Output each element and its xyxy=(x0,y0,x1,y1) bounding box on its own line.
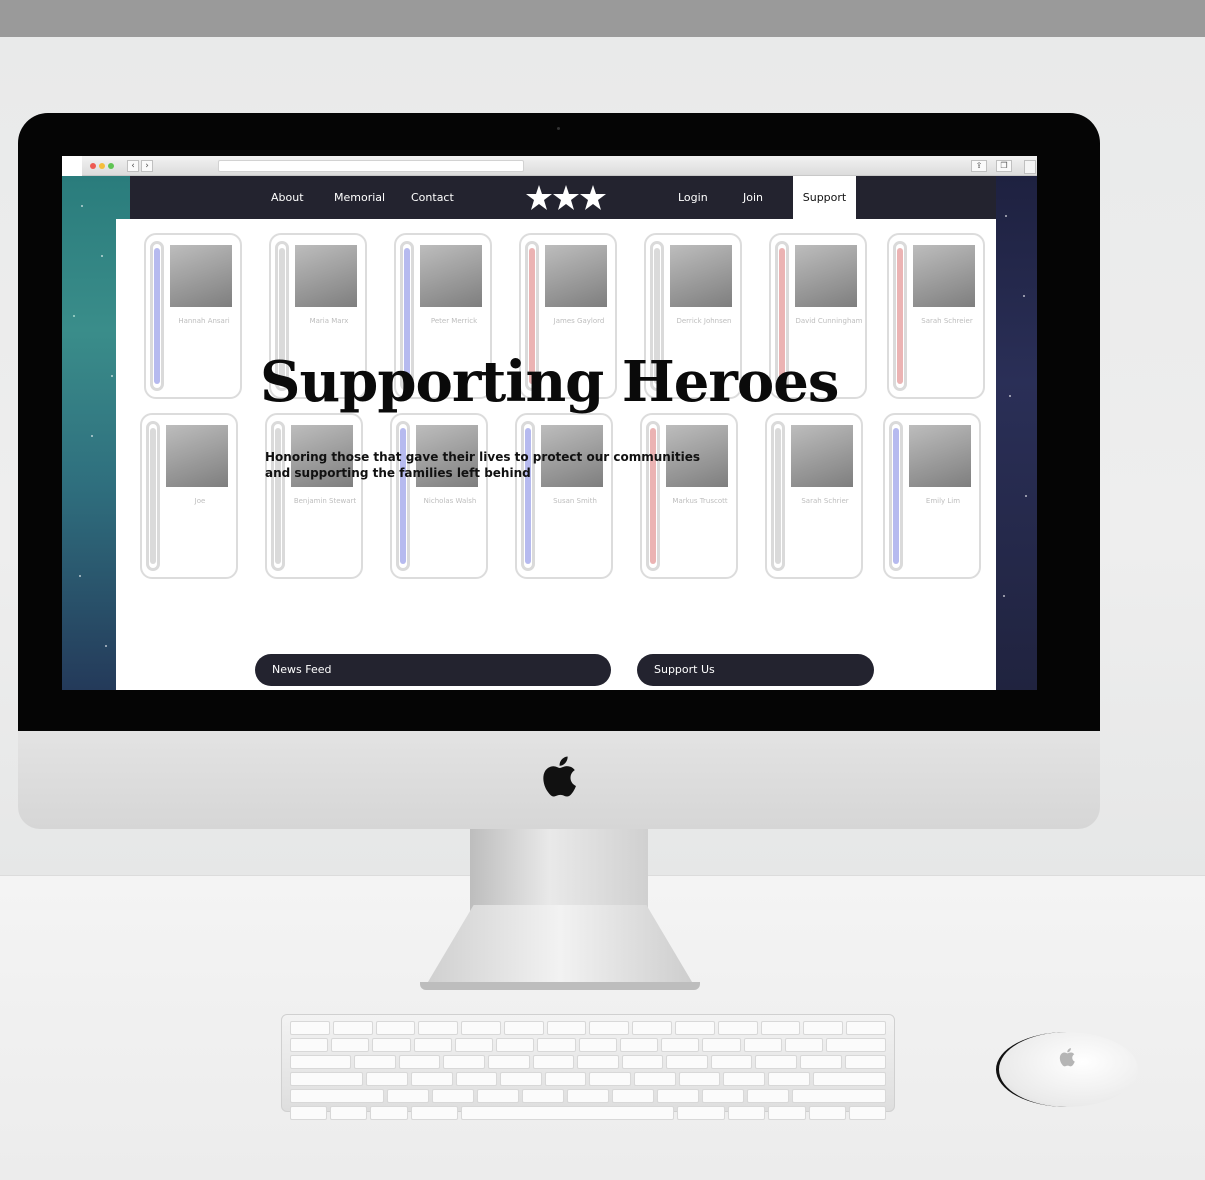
maximize-window-button[interactable] xyxy=(108,163,114,169)
card-side-bar-fill xyxy=(775,428,781,564)
card-portrait xyxy=(909,425,971,487)
hero-card[interactable]: Hannah Ansari xyxy=(144,233,242,399)
nav-about[interactable]: About xyxy=(271,176,304,219)
keyboard xyxy=(281,1014,895,1120)
card-name: Derrick Johnsen xyxy=(676,317,732,325)
card-name: Nicholas Walsh xyxy=(423,497,477,505)
starfield-right xyxy=(996,176,1037,690)
page-body: Hannah Ansari Maria Marx Peter Merrick Jame… xyxy=(116,219,996,690)
card-portrait xyxy=(791,425,853,487)
monitor-stand-base xyxy=(420,982,700,990)
hero-title: Supporting Heroes xyxy=(260,349,839,415)
card-name: James Gaylord xyxy=(553,317,605,325)
card-side-bar xyxy=(150,241,164,391)
browser-toolbar: ‹ › ⇪ ❐ xyxy=(82,156,1037,176)
card-side-bar xyxy=(521,421,535,571)
card-name: Joe xyxy=(194,497,206,505)
card-name: Markus Truscott xyxy=(672,497,728,505)
hero-card[interactable]: Benjamin Stewart xyxy=(265,413,363,579)
webcam xyxy=(557,127,560,130)
card-side-bar xyxy=(396,421,410,571)
hero-subtitle-line-2: and supporting the families left behind xyxy=(265,466,531,480)
card-side-bar xyxy=(646,421,660,571)
card-portrait xyxy=(170,245,232,307)
card-portrait xyxy=(166,425,228,487)
close-window-button[interactable] xyxy=(90,163,96,169)
mouse xyxy=(996,1032,1138,1107)
nav-contact[interactable]: Contact xyxy=(411,176,454,219)
card-portrait xyxy=(795,245,857,307)
card-name: Emily Lim xyxy=(925,497,961,505)
card-portrait xyxy=(913,245,975,307)
address-bar[interactable] xyxy=(218,160,524,172)
minimize-window-button[interactable] xyxy=(99,163,105,169)
card-name: Susan Smith xyxy=(553,497,597,505)
card-side-bar-fill xyxy=(150,428,156,564)
back-icon[interactable]: ‹ xyxy=(127,160,139,172)
card-side-bar xyxy=(889,421,903,571)
apple-logo-icon xyxy=(1059,1048,1075,1067)
card-side-bar xyxy=(771,421,785,571)
forward-icon[interactable]: › xyxy=(141,160,153,172)
card-side-bar-fill xyxy=(154,248,160,384)
three-stars-icon[interactable] xyxy=(526,184,606,212)
hero-card[interactable]: Sarah Schreier xyxy=(887,233,985,399)
hero-subtitle: Honoring those that gave their lives to … xyxy=(265,449,725,481)
hero-card[interactable]: Joe xyxy=(140,413,238,579)
card-side-bar-fill xyxy=(893,428,899,564)
card-name: Sarah Schrier xyxy=(801,497,849,505)
new-tab-button[interactable] xyxy=(1024,160,1036,174)
monitor-screen: ‹ › ⇪ ❐ Hannah Ansari Maria Marx Peter Mer… xyxy=(62,156,1037,690)
share-icon[interactable]: ⇪ xyxy=(971,160,987,172)
site-navbar: About Memorial Contact Login Join Suppor… xyxy=(130,176,996,219)
hero-card[interactable]: Markus Truscott xyxy=(640,413,738,579)
card-side-bar xyxy=(146,421,160,571)
card-portrait xyxy=(295,245,357,307)
card-name: Peter Merrick xyxy=(430,317,478,325)
hero-subtitle-line-1: Honoring those that gave their lives to … xyxy=(265,450,701,464)
nav-login[interactable]: Login xyxy=(678,176,708,219)
card-name: Benjamin Stewart xyxy=(293,497,357,505)
support-us-button[interactable]: Support Us xyxy=(637,654,874,686)
news-feed-button[interactable]: News Feed xyxy=(255,654,611,686)
nav-join[interactable]: Join xyxy=(743,176,763,219)
hero-card[interactable]: Nicholas Walsh xyxy=(390,413,488,579)
card-name: David Cunningham xyxy=(795,317,863,325)
hero-card[interactable]: Emily Lim xyxy=(883,413,981,579)
card-portrait xyxy=(420,245,482,307)
card-portrait xyxy=(670,245,732,307)
hero-card[interactable]: Susan Smith xyxy=(515,413,613,579)
monitor-neck xyxy=(470,829,648,911)
nav-memorial[interactable]: Memorial xyxy=(334,176,385,219)
tabs-icon[interactable]: ❐ xyxy=(996,160,1012,172)
card-name: Hannah Ansari xyxy=(178,317,230,325)
card-name: Sarah Schreier xyxy=(921,317,973,325)
card-name: Maria Marx xyxy=(309,317,349,325)
card-portrait xyxy=(545,245,607,307)
top-band xyxy=(0,0,1205,37)
nav-support[interactable]: Support xyxy=(793,176,856,219)
apple-logo-icon xyxy=(543,756,576,797)
hero-card[interactable]: Sarah Schrier xyxy=(765,413,863,579)
card-side-bar xyxy=(271,421,285,571)
